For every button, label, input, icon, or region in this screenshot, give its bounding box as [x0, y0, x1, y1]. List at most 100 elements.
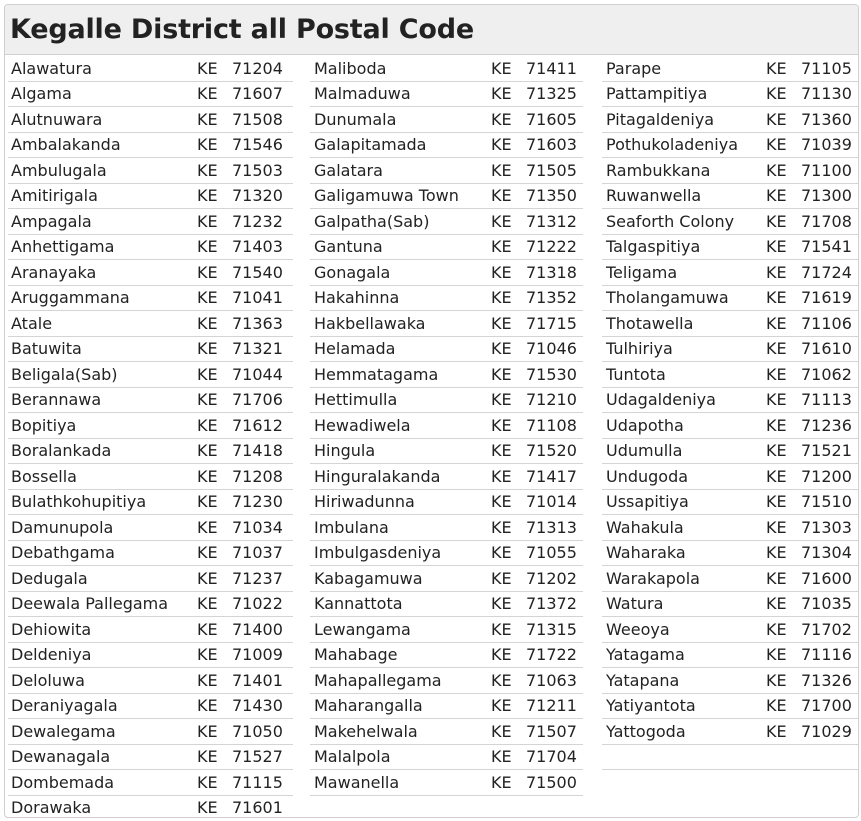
- postal-row: Pitagaldeniya KE 71360: [602, 107, 858, 133]
- postal-row: Helamada KE 71046: [310, 337, 583, 362]
- postal-code: 71039: [801, 135, 852, 155]
- postal-code: 71106: [801, 313, 852, 333]
- district-code: KE: [491, 466, 512, 486]
- place-name: Hingula: [314, 441, 376, 461]
- place-name: Pothukoladeniya: [606, 135, 739, 155]
- district-code: KE: [766, 670, 787, 690]
- postal-code: 71100: [801, 160, 852, 180]
- postal-row: Aranayaka KE 71540: [8, 260, 293, 286]
- place-name: Galpatha(Sab): [314, 211, 430, 231]
- postal-code: 71708: [801, 211, 852, 231]
- postal-code: 71521: [801, 441, 852, 461]
- district-code: KE: [197, 186, 218, 206]
- place-name: Watura: [606, 594, 664, 614]
- postal-row: Gonagala KE 71318: [310, 260, 583, 286]
- place-name: Ampagala: [11, 211, 92, 231]
- postal-code: 71208: [232, 466, 283, 486]
- place-name: Weeoya: [606, 619, 670, 639]
- place-name: Dedugala: [11, 568, 88, 588]
- postal-code: 71411: [526, 58, 577, 78]
- district-code: KE: [766, 84, 787, 104]
- place-name: Ussapitiya: [606, 492, 689, 512]
- postal-row: Kabagamuwa KE 71202: [310, 566, 583, 592]
- place-name: Tulhiriya: [606, 339, 673, 359]
- postal-code: 71360: [801, 109, 852, 129]
- district-code: KE: [491, 186, 512, 206]
- postal-row: Waharaka KE 71304: [602, 541, 858, 566]
- place-name: Deewala Pallegama: [11, 594, 169, 614]
- postal-code: 71350: [526, 186, 577, 206]
- postal-code: 71202: [526, 568, 577, 588]
- postal-code: 71607: [232, 84, 283, 104]
- postal-code: 71130: [801, 84, 852, 104]
- postal-code: 71062: [801, 364, 852, 384]
- district-code: KE: [491, 390, 512, 410]
- postal-row: Ussapitiya KE 71510: [602, 490, 858, 515]
- postal-code: 71034: [232, 517, 283, 537]
- postal-row: Maharangalla KE 71211: [310, 694, 583, 719]
- postal-row: Rambukkana KE 71100: [602, 158, 858, 184]
- district-code: KE: [766, 288, 787, 308]
- district-code: KE: [197, 645, 218, 665]
- postal-code: 71601: [232, 798, 283, 818]
- district-code: KE: [766, 441, 787, 461]
- postal-code: 71116: [801, 645, 852, 665]
- postal-row: Gantuna KE 71222: [310, 235, 583, 260]
- postal-code: 71722: [526, 645, 577, 665]
- place-name: Bossella: [11, 466, 77, 486]
- postal-code: 71603: [526, 135, 577, 155]
- district-code: KE: [766, 109, 787, 129]
- postal-code: 71304: [801, 543, 852, 563]
- postal-row: Mahabage KE 71722: [310, 643, 583, 668]
- postal-code: 71400: [232, 619, 283, 639]
- district-code: KE: [197, 798, 218, 818]
- postal-code: 71520: [526, 441, 577, 461]
- place-name: Malalpola: [314, 747, 391, 767]
- postal-code: 71418: [232, 441, 283, 461]
- postal-row: Lewangama KE 71315: [310, 617, 583, 643]
- postal-code: 71619: [801, 288, 852, 308]
- place-name: Thotawella: [606, 313, 694, 333]
- postal-code: 71500: [526, 772, 577, 792]
- postal-code: 71510: [801, 492, 852, 512]
- district-code: KE: [766, 721, 787, 741]
- postal-code: 71105: [801, 58, 852, 78]
- place-name: Makehelwala: [314, 721, 418, 741]
- postal-code: 71706: [232, 390, 283, 410]
- postal-code: 71508: [232, 109, 283, 129]
- postal-code: 71700: [801, 696, 852, 716]
- district-code: KE: [197, 160, 218, 180]
- district-code: KE: [491, 58, 512, 78]
- place-name: Yatagama: [606, 645, 685, 665]
- place-name: Pitagaldeniya: [606, 109, 715, 129]
- postal-code: 71063: [526, 670, 577, 690]
- district-code: KE: [766, 517, 787, 537]
- place-name: Pattampitiya: [606, 84, 708, 104]
- place-name: Udapotha: [606, 415, 684, 435]
- district-code: KE: [491, 109, 512, 129]
- postal-code: 71022: [232, 594, 283, 614]
- postal-row: Yatapana KE 71326: [602, 668, 858, 694]
- place-name: Beligala(Sab): [11, 364, 118, 384]
- district-code: KE: [491, 288, 512, 308]
- postal-code: 71041: [232, 288, 283, 308]
- district-code: KE: [491, 135, 512, 155]
- place-name: Imbulgasdeniya: [314, 543, 442, 563]
- district-code: KE: [491, 492, 512, 512]
- place-name: Malmaduwa: [314, 84, 411, 104]
- place-name: Tuntota: [606, 364, 666, 384]
- postal-column-3: Parape KE 71105 Pattampitiya KE 71130 Pitagald…: [602, 56, 858, 770]
- place-name: Teligama: [606, 262, 678, 282]
- postal-code: 71505: [526, 160, 577, 180]
- place-name: Hiriwadunna: [314, 492, 415, 512]
- postal-row: Dorawaka KE 71601: [8, 796, 293, 818]
- place-name: Maliboda: [314, 58, 387, 78]
- district-code: KE: [491, 415, 512, 435]
- postal-code: 71612: [232, 415, 283, 435]
- postal-row: Bulathkohupitiya KE 71230: [8, 490, 293, 515]
- postal-row: Beligala(Sab) KE 71044: [8, 362, 293, 388]
- district-code: KE: [491, 619, 512, 639]
- place-name: Gantuna: [314, 237, 383, 257]
- postal-row: Debathgama KE 71037: [8, 541, 293, 566]
- postal-row: Hakbellawaka KE 71715: [310, 311, 583, 337]
